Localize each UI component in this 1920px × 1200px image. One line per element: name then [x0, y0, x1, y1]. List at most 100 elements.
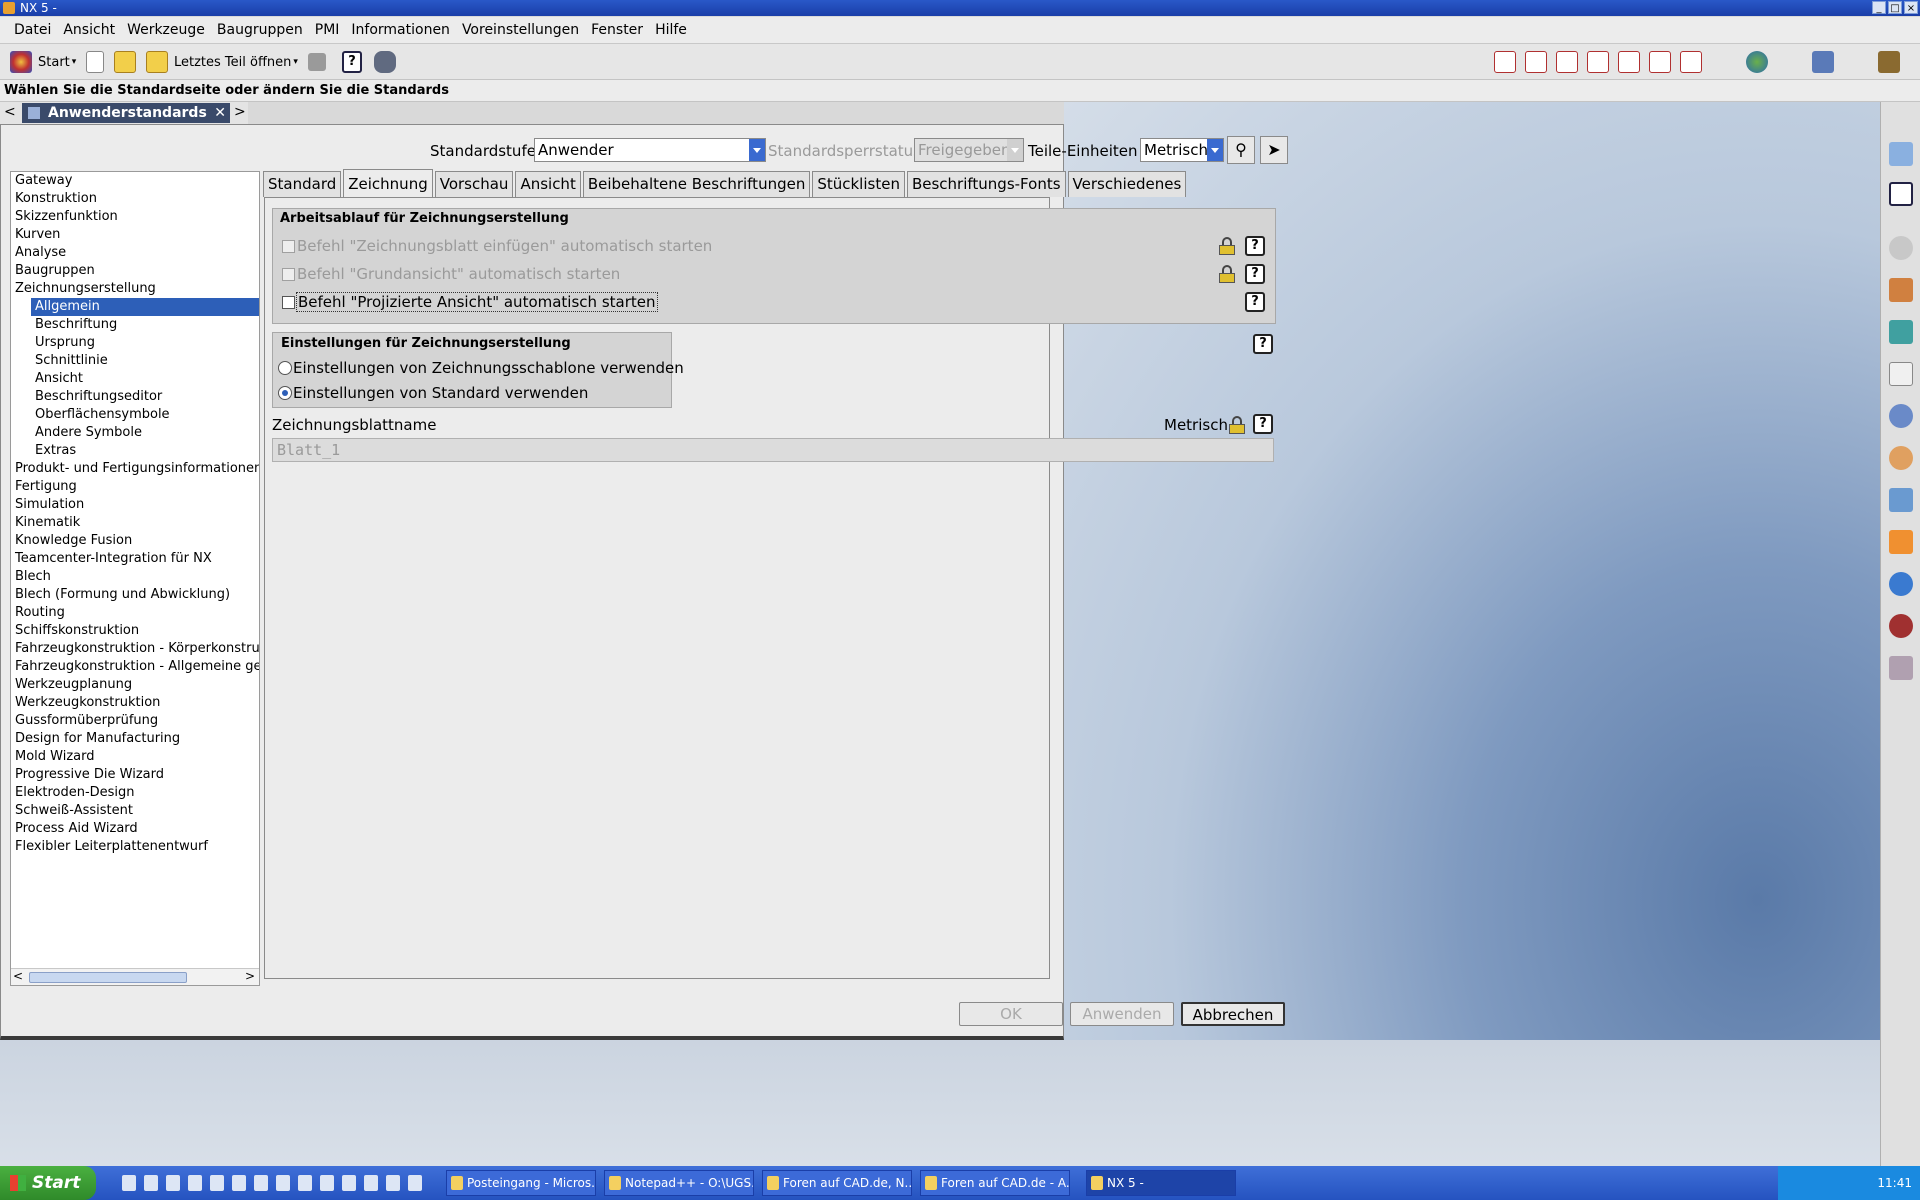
quicklaunch-excel-icon[interactable]	[232, 1175, 246, 1191]
quicklaunch-notepad-icon[interactable]	[320, 1175, 334, 1191]
hammer-tool-button[interactable]	[1878, 49, 1900, 75]
tree-item[interactable]: Skizzenfunktion	[11, 208, 259, 226]
tree-item[interactable]: Werkzeugplanung	[11, 676, 259, 694]
new-file-button[interactable]	[86, 49, 104, 75]
tab-verschiedenes[interactable]: Verschiedenes	[1067, 171, 1187, 197]
tree-item[interactable]: Produkt- und Fertigungsinformationen	[11, 460, 259, 478]
minimize-button[interactable]: _	[1872, 1, 1886, 14]
tree-item[interactable]: Simulation	[11, 496, 259, 514]
tree-item[interactable]: Blech	[11, 568, 259, 586]
tree-item[interactable]: Mold Wizard	[11, 748, 259, 766]
tree-item[interactable]: Kinematik	[11, 514, 259, 532]
quicklaunch-outlook-icon[interactable]	[188, 1175, 202, 1191]
tree-item[interactable]: Flexibler Leiterplattenentwurf	[11, 838, 259, 856]
help-icon-opt2[interactable]: ?	[1245, 264, 1265, 284]
tree-item[interactable]: Baugruppen	[11, 262, 259, 280]
drawing-tool-1[interactable]	[1494, 49, 1516, 75]
menu-datei[interactable]: Datei	[8, 22, 57, 38]
manage-defaults-button[interactable]: ➤	[1260, 136, 1288, 164]
part-navigator-icon[interactable]	[1889, 320, 1913, 344]
last-part-button[interactable]: Letztes Teil öffnen ▾	[146, 49, 298, 75]
task-posteingang[interactable]: Posteingang - Micros...	[446, 1170, 596, 1196]
tab-prev-arrow-icon[interactable]: <	[4, 104, 16, 120]
menu-voreinstellungen[interactable]: Voreinstellungen	[456, 22, 585, 38]
help-icon-sheet[interactable]: ?	[1253, 414, 1273, 434]
task-notepad[interactable]: Notepad++ - O:\UGS...	[604, 1170, 754, 1196]
drawing-tool-6[interactable]	[1649, 49, 1671, 75]
tree-item[interactable]: Konstruktion	[11, 190, 259, 208]
save-button[interactable]	[308, 49, 326, 75]
tab-next-arrow-icon[interactable]: >	[234, 104, 246, 120]
tree-child-item[interactable]: Extras	[11, 442, 259, 460]
tree-item[interactable]: Elektroden-Design	[11, 784, 259, 802]
scrollbar-thumb[interactable]	[29, 972, 187, 983]
units-combo[interactable]: Metrisch	[1140, 138, 1224, 162]
tree-item[interactable]: Kurven	[11, 226, 259, 244]
help-icon-opt3[interactable]: ?	[1245, 292, 1265, 312]
tree-child-item[interactable]: Ansicht	[11, 370, 259, 388]
tree-item[interactable]: Schiffskonstruktion	[11, 622, 259, 640]
tree-child-item[interactable]: Beschriftung	[11, 316, 259, 334]
tree-item[interactable]: Gussformüberprüfung	[11, 712, 259, 730]
restore-button[interactable]: □	[1888, 1, 1902, 14]
tree-item[interactable]: Fahrzeugkonstruktion - Allgemeine ge	[11, 658, 259, 676]
standard-settings-radio[interactable]	[278, 386, 292, 400]
quicklaunch-ie-icon[interactable]	[166, 1175, 180, 1191]
tree-item[interactable]: Analyse	[11, 244, 259, 262]
quicklaunch-icon-11[interactable]	[342, 1175, 356, 1191]
process-studio-icon[interactable]	[1889, 656, 1913, 680]
quicklaunch-icon-13[interactable]	[386, 1175, 400, 1191]
tab-vorschau[interactable]: Vorschau	[434, 171, 514, 197]
help-icon-settings[interactable]: ?	[1253, 334, 1273, 354]
tab-standard[interactable]: Standard	[263, 171, 342, 197]
tree-horizontal-scrollbar[interactable]: < >	[11, 968, 259, 985]
start-button[interactable]: Start ▾	[10, 49, 76, 75]
tab-beibehaltene-beschriftungen[interactable]: Beibehaltene Beschriftungen	[582, 171, 811, 197]
tree-item[interactable]: Fertigung	[11, 478, 259, 496]
close-tab-icon[interactable]: ✕	[214, 103, 226, 123]
tab-stuecklisten[interactable]: Stücklisten	[812, 171, 905, 197]
menu-hilfe[interactable]: Hilfe	[649, 22, 693, 38]
globe-tool-button[interactable]	[1746, 49, 1768, 75]
palette-icon[interactable]	[1889, 362, 1913, 386]
tab-ansicht[interactable]: Ansicht	[515, 171, 581, 197]
binoculars-toolbar-button[interactable]	[374, 49, 396, 75]
menu-werkzeuge[interactable]: Werkzeuge	[121, 22, 211, 38]
help-toolbar-button[interactable]: ?	[342, 49, 362, 75]
tree-item[interactable]: Blech (Formung und Abwicklung)	[11, 586, 259, 604]
assembly-navigator-icon[interactable]	[1889, 142, 1913, 166]
close-window-button[interactable]: ×	[1904, 1, 1918, 14]
open-folder-button[interactable]	[114, 49, 136, 75]
tree-item[interactable]: Design for Manufacturing	[11, 730, 259, 748]
tree-child-item[interactable]: Ursprung	[11, 334, 259, 352]
quicklaunch-word-icon[interactable]	[210, 1175, 224, 1191]
tree-item[interactable]: Gateway	[11, 172, 259, 190]
find-defaults-button[interactable]: ⚲	[1227, 136, 1255, 164]
menu-fenster[interactable]: Fenster	[585, 22, 649, 38]
layout-tool-button[interactable]	[1812, 49, 1834, 75]
tab-anwenderstandards[interactable]: Anwenderstandards ✕	[22, 103, 230, 123]
menu-pmi[interactable]: PMI	[309, 22, 346, 38]
tree-item[interactable]: Teamcenter-Integration für NX	[11, 550, 259, 568]
quicklaunch-icon-2[interactable]	[144, 1175, 158, 1191]
quicklaunch-icon-9[interactable]	[298, 1175, 312, 1191]
tree-item[interactable]: Process Aid Wizard	[11, 820, 259, 838]
drawing-tool-3[interactable]	[1556, 49, 1578, 75]
system-materials-icon[interactable]	[1889, 404, 1913, 428]
task-foren-2[interactable]: Foren auf CAD.de - A...	[920, 1170, 1070, 1196]
windows-start-button[interactable]: Start	[0, 1166, 96, 1200]
drawing-tool-4[interactable]	[1587, 49, 1609, 75]
quicklaunch-icon-12[interactable]	[364, 1175, 378, 1191]
quicklaunch-icon-8[interactable]	[276, 1175, 290, 1191]
tab-beschriftungs-fonts[interactable]: Beschriftungs-Fonts	[906, 171, 1066, 197]
drawing-tool-5[interactable]	[1618, 49, 1640, 75]
quicklaunch-icon-7[interactable]	[254, 1175, 268, 1191]
quicklaunch-icon-1[interactable]	[122, 1175, 136, 1191]
drawing-tool-2[interactable]	[1525, 49, 1547, 75]
template-settings-radio[interactable]	[278, 361, 292, 375]
tree-item[interactable]: Zeichnungserstellung	[11, 280, 259, 298]
scenes-icon[interactable]	[1889, 488, 1913, 512]
tree-child-item[interactable]: Oberflächensymbole	[11, 406, 259, 424]
cancel-button[interactable]: Abbrechen	[1181, 1002, 1285, 1026]
roles-icon[interactable]	[1889, 278, 1913, 302]
